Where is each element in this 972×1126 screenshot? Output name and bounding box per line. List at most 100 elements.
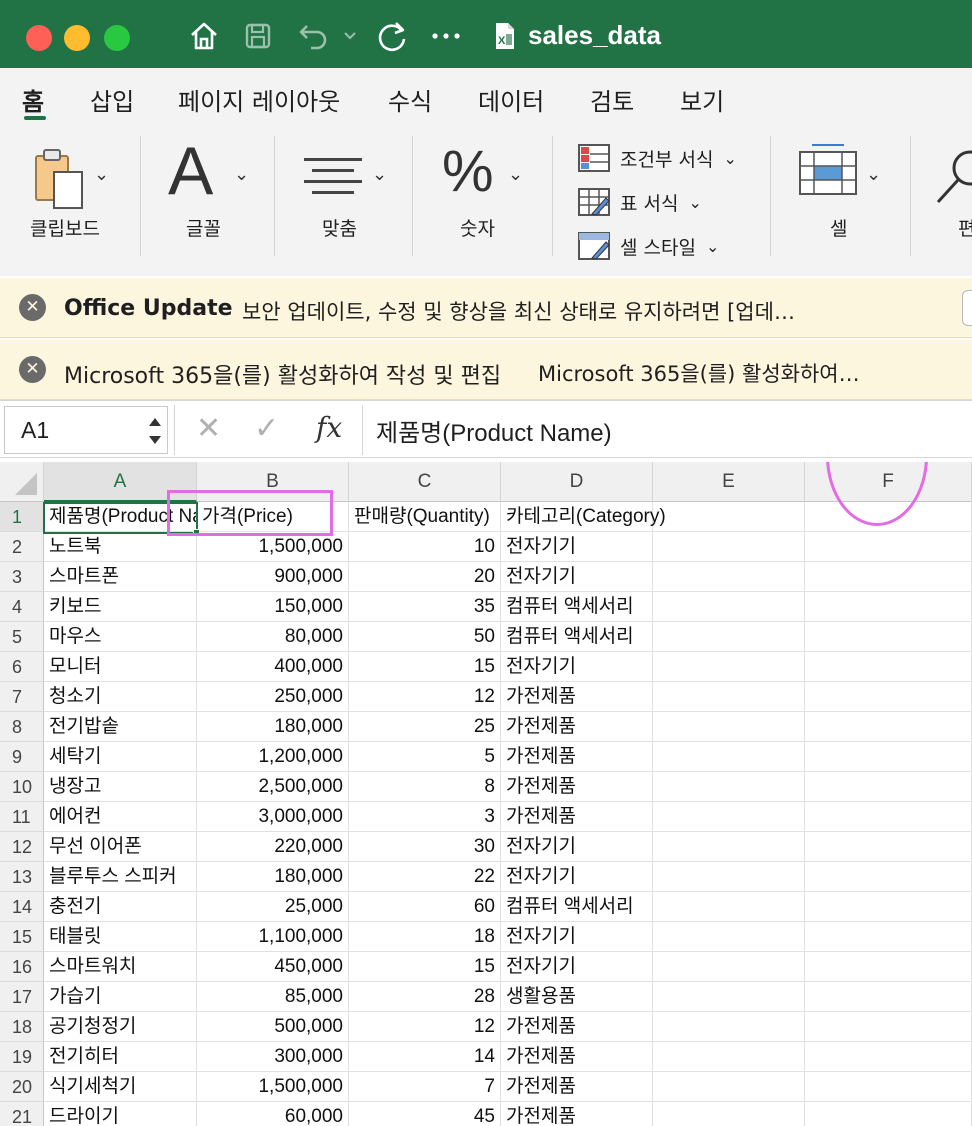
data-cell[interactable] [805,772,972,802]
data-cell[interactable]: 냉장고 [44,772,197,802]
data-cell[interactable] [805,982,972,1012]
data-cell[interactable]: 25,000 [197,892,349,922]
data-cell[interactable]: 식기세척기 [44,1072,197,1102]
data-cell[interactable]: 키보드 [44,592,197,622]
data-cell[interactable]: 전기밥솥 [44,712,197,742]
data-cell[interactable]: 전자기기 [501,952,653,982]
tab-page-layout[interactable]: 페이지 레이아웃 [178,82,340,117]
number-group[interactable]: % ⌄ 숫자 [438,139,538,242]
data-cell[interactable] [805,922,972,952]
close-window-button[interactable] [26,25,52,51]
data-cell[interactable]: 18 [349,922,501,952]
data-cell[interactable]: 블루투스 스피커 [44,862,197,892]
data-cell[interactable] [805,562,972,592]
data-cell[interactable]: 컴퓨터 액세서리 [501,622,653,652]
home-icon[interactable] [186,16,222,56]
data-cell[interactable] [653,652,805,682]
data-cell[interactable]: 85,000 [197,982,349,1012]
update-button[interactable] [962,290,972,326]
data-cell[interactable]: 가전제품 [501,1102,653,1126]
data-cell[interactable]: 2,500,000 [197,772,349,802]
row-header[interactable]: 19 [0,1042,44,1072]
row-header[interactable]: 7 [0,682,44,712]
table-format-button[interactable]: 표 서식 ⌄ [578,188,702,216]
row-header[interactable]: 17 [0,982,44,1012]
column-header-a[interactable]: A [44,462,197,502]
data-cell[interactable] [805,682,972,712]
data-cell[interactable] [653,832,805,862]
row-header[interactable]: 11 [0,802,44,832]
header-cell[interactable]: 판매량(Quantity) [349,502,501,532]
column-header-f[interactable]: F [805,462,972,502]
row-header[interactable]: 8 [0,712,44,742]
data-cell[interactable]: 12 [349,682,501,712]
row-header[interactable]: 1 [0,502,44,532]
data-cell[interactable] [805,1072,972,1102]
data-cell[interactable] [653,1012,805,1042]
row-header[interactable]: 4 [0,592,44,622]
header-cell[interactable] [653,502,805,532]
tab-formulas[interactable]: 수식 [388,82,432,117]
data-cell[interactable] [805,712,972,742]
data-cell[interactable]: 1,500,000 [197,532,349,562]
data-cell[interactable]: 50 [349,622,501,652]
data-cell[interactable]: 14 [349,1042,501,1072]
data-cell[interactable] [653,922,805,952]
data-cell[interactable]: 180,000 [197,712,349,742]
row-header[interactable]: 12 [0,832,44,862]
save-icon[interactable] [240,16,276,56]
conditional-format-button[interactable]: 조건부 서식 ⌄ [578,144,737,172]
data-cell[interactable] [805,802,972,832]
data-cell[interactable]: 전자기기 [501,832,653,862]
data-cell[interactable]: 전자기기 [501,562,653,592]
data-cell[interactable]: 20 [349,562,501,592]
data-cell[interactable]: 30 [349,832,501,862]
data-cell[interactable]: 60 [349,892,501,922]
data-cell[interactable] [653,682,805,712]
column-header-d[interactable]: D [501,462,653,502]
data-cell[interactable] [653,802,805,832]
column-header-e[interactable]: E [653,462,805,502]
data-cell[interactable]: 8 [349,772,501,802]
data-cell[interactable] [805,1042,972,1072]
data-cell[interactable]: 충전기 [44,892,197,922]
data-cell[interactable]: 가전제품 [501,712,653,742]
data-cell[interactable]: 노트북 [44,532,197,562]
data-cell[interactable] [805,532,972,562]
formula-input[interactable]: 제품명(Product Name) [376,413,612,448]
row-header[interactable]: 13 [0,862,44,892]
data-cell[interactable]: 180,000 [197,862,349,892]
data-cell[interactable] [653,772,805,802]
data-cell[interactable]: 15 [349,652,501,682]
data-cell[interactable]: 스마트워치 [44,952,197,982]
data-cell[interactable]: 전자기기 [501,532,653,562]
data-cell[interactable]: 에어컨 [44,802,197,832]
data-cell[interactable] [653,892,805,922]
data-cell[interactable]: 전기히터 [44,1042,197,1072]
data-cell[interactable]: 7 [349,1072,501,1102]
data-cell[interactable]: 가전제품 [501,1042,653,1072]
data-cell[interactable]: 80,000 [197,622,349,652]
data-cell[interactable] [653,862,805,892]
close-notification-icon[interactable]: ✕ [19,356,46,383]
data-cell[interactable] [653,982,805,1012]
tab-insert[interactable]: 삽입 [90,82,134,117]
data-cell[interactable]: 가전제품 [501,1012,653,1042]
data-cell[interactable]: 5 [349,742,501,772]
data-cell[interactable]: 가전제품 [501,802,653,832]
data-cell[interactable]: 35 [349,592,501,622]
data-cell[interactable]: 가전제품 [501,682,653,712]
data-cell[interactable]: 25 [349,712,501,742]
more-icon[interactable] [428,16,464,56]
row-header[interactable]: 5 [0,622,44,652]
column-header-c[interactable]: C [349,462,501,502]
data-cell[interactable]: 3,000,000 [197,802,349,832]
data-cell[interactable]: 무선 이어폰 [44,832,197,862]
data-cell[interactable]: 컴퓨터 액세서리 [501,892,653,922]
insert-function-icon[interactable]: fx [316,411,342,444]
data-cell[interactable]: 1,100,000 [197,922,349,952]
zoom-window-button[interactable] [104,25,130,51]
data-cell[interactable]: 전자기기 [501,922,653,952]
undo-dropdown-chevron-icon[interactable] [340,16,360,56]
header-cell[interactable] [805,502,972,532]
